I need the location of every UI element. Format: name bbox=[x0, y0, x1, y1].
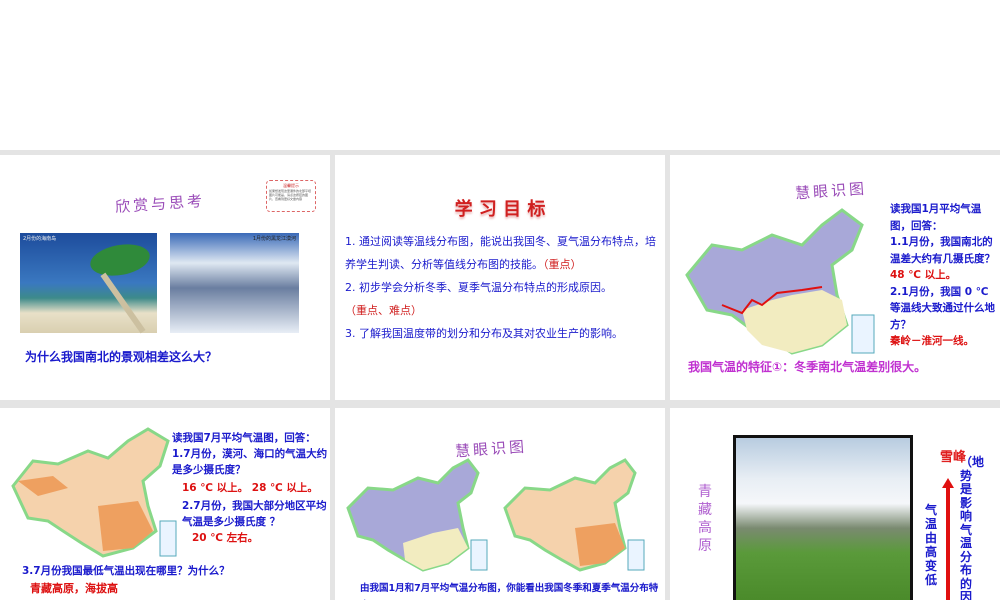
tip-body: 如果想发现这里课件的北部平坦图片可能是，请点这按钮的图片，查看到更好文章内容 bbox=[269, 189, 312, 201]
questions: 读我国7月平均气温图，回答： 1.7月份，漠河、海口的气温大约是多少摄氏度？ 1… bbox=[172, 430, 330, 546]
question-2: 2.7月份，我国大部分地区平均气温是多少摄氏度 ？ bbox=[182, 500, 327, 528]
answer-1: 48 ℃ 以上。 bbox=[890, 269, 957, 281]
question-2: 2.1月份，我国 0 ℃ 等温线大致通过什么地方？ bbox=[890, 285, 995, 331]
question-1: 1.1月份，我国南北的温差大约有几摄氏度？ bbox=[890, 236, 995, 265]
temperature-trend: 气温由高变低 bbox=[925, 503, 938, 587]
palm-tree bbox=[87, 240, 153, 280]
answer-2: 20 ℃ 左右。 bbox=[192, 532, 259, 544]
beach-photo: 2月份的海南岛 bbox=[20, 233, 157, 334]
arrow-shaft bbox=[946, 488, 950, 600]
objective-2: 2. 初步学会分析冬季、夏季气温分布特点的形成原因。 bbox=[345, 281, 612, 294]
slide-2[interactable]: 学 习 目 标 1. 通过阅读等温线分布图，能说出我国冬、夏气温分布特点，培养学… bbox=[335, 155, 665, 400]
question: 为什么我国南北的景观相差这么大？ bbox=[25, 350, 218, 364]
factor-note: （地势是影响气温分布的因素） bbox=[960, 455, 985, 600]
objective-3: 3. 了解我国温度带的划分和分布及其对农业生产的影响。 bbox=[345, 327, 623, 340]
slide-4[interactable]: 读我国7月平均气温图，回答： 1.7月份，漠河、海口的气温大约是多少摄氏度？ 1… bbox=[0, 408, 330, 600]
conclusion: 我国气温的特征①：冬季南北气温差别很大。 bbox=[688, 360, 927, 374]
snow-photo: 1月份的黑龙江漠河 bbox=[170, 233, 299, 333]
slide-6[interactable]: 青藏高原 雪峰 气温由高变低 （地势是影响气温分布的因素） bbox=[670, 408, 1000, 600]
january-temperature-map bbox=[685, 208, 875, 355]
objective-tag: （重点、难点） bbox=[345, 304, 422, 317]
july-temperature-map bbox=[11, 427, 177, 558]
mountain-photo bbox=[733, 435, 913, 600]
side-title: 青藏高原 bbox=[698, 484, 712, 554]
photo-caption: 1月份的黑龙江漠河 bbox=[252, 236, 296, 242]
objective-1: 1. 通过阅读等温线分布图，能说出我国冬、夏气温分布特点，培养学生判读、分析等值… bbox=[345, 235, 656, 271]
slide-title: 学 习 目 标 bbox=[454, 199, 546, 220]
questions: 读我国1月平均气温图，回答： 1.1月份，我国南北的温差大约有几摄氏度？ 48 … bbox=[890, 201, 998, 350]
tip-box: 温馨提示 如果想发现这里课件的北部平坦图片可能是，请点这按钮的图片，查看到更好文… bbox=[266, 180, 316, 212]
question-intro: 读我国1月平均气温图，回答： bbox=[890, 203, 982, 232]
question: 由我国1月和7月平均气温分布图，你能看出我国冬季和夏季气温分布特点吗？ bbox=[360, 583, 659, 594]
question-1: 1.7月份，漠河、海口的气温大约是多少摄氏度？ bbox=[172, 448, 328, 476]
arrow-head-icon bbox=[942, 478, 954, 488]
slide-1[interactable]: 欣赏与思考 温馨提示 如果想发现这里课件的北部平坦图片可能是，请点这按钮的图片，… bbox=[0, 155, 330, 400]
objective-tag: （重点） bbox=[543, 258, 582, 271]
answer-3: 青藏高原，海拔高 bbox=[30, 582, 118, 595]
photo-caption: 2月份的海南岛 bbox=[23, 236, 57, 242]
slide-5[interactable]: 慧眼识图 由我国1月和7月平均气温分布图，你能看出我国冬季和夏季气温分布特点吗？ bbox=[335, 408, 665, 600]
palm-trunk bbox=[100, 272, 146, 334]
slide-3[interactable]: 慧眼识图 读我国1月平均气温图，回答： 1.1月份，我国南北的温差大约有几摄氏度… bbox=[670, 155, 1000, 400]
january-temperature-map bbox=[346, 458, 488, 572]
slide-title: 欣赏与思考 bbox=[114, 191, 206, 217]
answer-2: 秦岭－淮河一线。 bbox=[890, 335, 974, 347]
question-3: 3.7月份我国最低气温出现在哪里？为什么？ bbox=[22, 565, 230, 577]
question-intro: 读我国7月平均气温图，回答： bbox=[172, 432, 316, 444]
answer-1: 16 ℃ 以上。 28 ℃ 以上。 bbox=[182, 482, 318, 494]
objectives: 1. 通过阅读等温线分布图，能说出我国冬、夏气温分布特点，培养学生判读、分析等值… bbox=[345, 230, 663, 345]
july-temperature-map bbox=[503, 458, 645, 572]
slide-title: 慧眼识图 bbox=[794, 179, 868, 203]
